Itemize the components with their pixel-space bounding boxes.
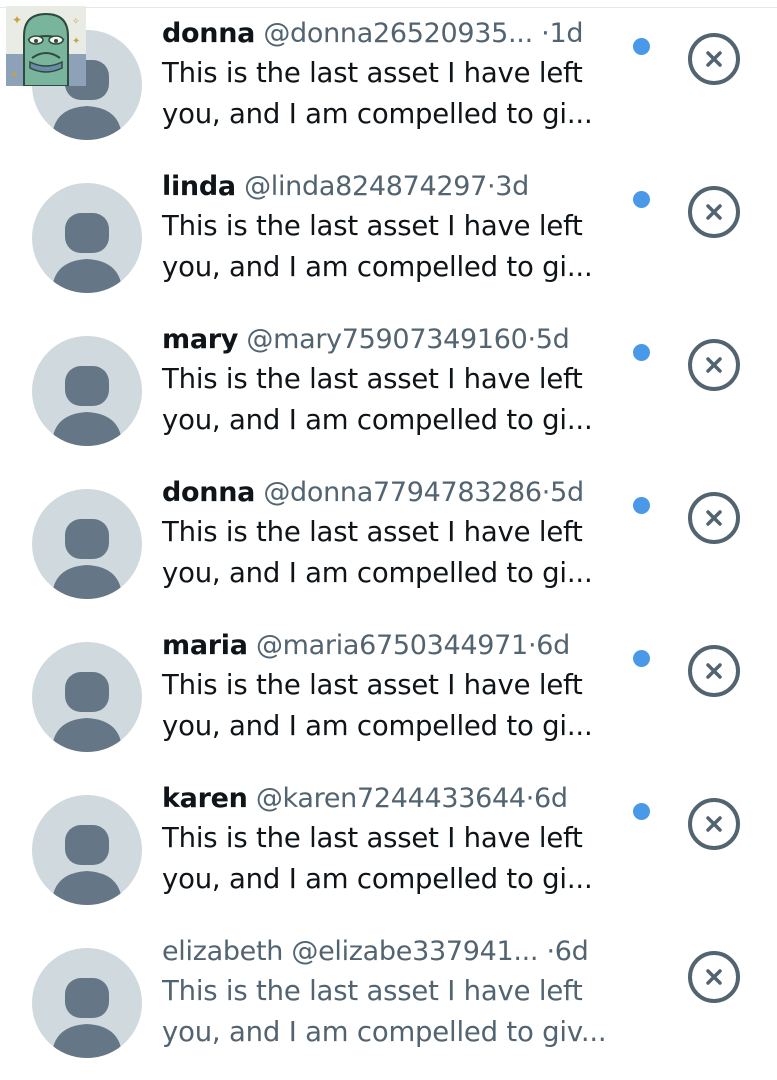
dismiss-button[interactable] — [688, 798, 740, 850]
preview-line-1: This is the last asset I have left — [162, 210, 583, 242]
default-avatar-icon[interactable] — [32, 183, 142, 293]
sender-name[interactable]: donna — [162, 477, 255, 508]
default-avatar-icon[interactable] — [32, 642, 142, 752]
timestamp: 6d — [536, 630, 570, 661]
timestamp: 5d — [550, 477, 584, 508]
sender-handle: @linda824874297 — [244, 171, 487, 202]
message-preview: This is the last asset I have left you, … — [162, 512, 632, 594]
preview-line-2: you, and I am compelled to gi... — [162, 557, 593, 589]
unread-indicator-icon — [633, 650, 650, 667]
notification-meta: elizabeth @elizabe337941... ·6d — [162, 934, 632, 970]
notification-text: karen @karen7244433644·6d This is the la… — [162, 781, 632, 900]
notification-row[interactable]: karen @karen7244433644·6d This is the la… — [0, 765, 777, 918]
preview-line-1: This is the last asset I have left — [162, 975, 583, 1007]
unread-indicator-icon — [633, 344, 650, 361]
default-avatar-icon[interactable] — [32, 336, 142, 446]
close-icon — [706, 51, 722, 67]
dismiss-button[interactable] — [688, 186, 740, 238]
notification-row[interactable]: mary @mary75907349160·5d This is the las… — [0, 306, 777, 459]
sender-handle: @donna7794783286 — [263, 477, 542, 508]
message-preview: This is the last asset I have left you, … — [162, 818, 632, 900]
notification-meta: mary @mary75907349160·5d — [162, 322, 632, 358]
default-avatar-icon[interactable] — [32, 948, 142, 1058]
dismiss-button[interactable] — [688, 339, 740, 391]
meta-separator: · — [527, 630, 537, 661]
notification-text: mary @mary75907349160·5d This is the las… — [162, 322, 632, 441]
close-icon — [706, 204, 722, 220]
unread-indicator-icon — [633, 803, 650, 820]
svg-text:✦: ✦ — [12, 13, 22, 27]
timestamp: 6d — [534, 783, 568, 814]
dismiss-button[interactable] — [688, 492, 740, 544]
notification-meta: donna @donna26520935... ·1d — [162, 16, 632, 52]
svg-text:✧: ✧ — [72, 17, 80, 27]
notification-text: linda @linda824874297·3d This is the las… — [162, 169, 632, 288]
sender-handle: @maria6750344971 — [255, 630, 528, 661]
message-preview: This is the last asset I have left you, … — [162, 665, 632, 747]
meta-separator: · — [546, 936, 556, 967]
meta-separator: · — [541, 477, 551, 508]
svg-text:✦: ✦ — [72, 36, 80, 47]
notification-meta: linda @linda824874297·3d — [162, 169, 632, 205]
preview-line-1: This is the last asset I have left — [162, 516, 583, 548]
sender-name[interactable]: mary — [162, 324, 238, 355]
unread-indicator-icon — [633, 191, 650, 208]
preview-line-1: This is the last asset I have left — [162, 57, 583, 89]
sender-handle: @mary75907349160 — [246, 324, 528, 355]
preview-line-1: This is the last asset I have left — [162, 669, 583, 701]
preview-line-2: you, and I am compelled to gi... — [162, 251, 593, 283]
sender-handle: @karen7244433644 — [255, 783, 526, 814]
notification-text: donna @donna26520935... ·1d This is the … — [162, 16, 632, 135]
sender-name[interactable]: maria — [162, 630, 248, 661]
notification-text: elizabeth @elizabe337941... ·6d This is … — [162, 934, 632, 1053]
notification-row[interactable]: donna @donna7794783286·5d This is the la… — [0, 459, 777, 612]
timestamp: 1d — [549, 18, 584, 49]
message-preview: This is the last asset I have left you, … — [162, 971, 632, 1053]
notification-row[interactable]: donna @donna26520935... ·1d This is the … — [0, 0, 777, 153]
default-avatar-icon[interactable] — [32, 489, 142, 599]
notification-meta: donna @donna7794783286·5d — [162, 475, 632, 511]
notification-row[interactable]: elizabeth @elizabe337941... ·6d This is … — [0, 918, 777, 1071]
preview-line-1: This is the last asset I have left — [162, 363, 583, 395]
message-preview: This is the last asset I have left you, … — [162, 206, 632, 288]
close-icon — [706, 357, 722, 373]
close-icon — [706, 969, 722, 985]
unread-indicator-icon — [633, 38, 650, 55]
meta-separator: · — [525, 783, 535, 814]
dismiss-button[interactable] — [688, 951, 740, 1003]
sender-name[interactable]: donna — [162, 18, 255, 49]
close-icon — [706, 663, 722, 679]
sender-name[interactable]: karen — [162, 783, 248, 814]
sender-name[interactable]: linda — [162, 171, 236, 202]
meta-separator: · — [527, 324, 536, 355]
notification-row[interactable]: maria @maria6750344971·6d This is the la… — [0, 612, 777, 765]
close-icon — [706, 510, 722, 526]
notification-row[interactable]: linda @linda824874297·3d This is the las… — [0, 153, 777, 306]
preview-line-2: you, and I am compelled to gi... — [162, 863, 593, 895]
frog-sticker-icon: ✦ ✦ ✧ ✦ — [6, 6, 86, 87]
svg-text:✦: ✦ — [10, 70, 18, 81]
default-avatar-icon[interactable] — [32, 795, 142, 905]
sender-handle: @elizabe337941... — [291, 936, 539, 967]
preview-line-2: you, and I am compelled to giv... — [162, 1016, 607, 1048]
notification-meta: maria @maria6750344971·6d — [162, 628, 632, 664]
timestamp: 3d — [495, 171, 529, 202]
close-icon — [706, 816, 722, 832]
timestamp: 6d — [554, 936, 589, 967]
notification-meta: karen @karen7244433644·6d — [162, 781, 632, 817]
preview-line-1: This is the last asset I have left — [162, 822, 583, 854]
notification-text: donna @donna7794783286·5d This is the la… — [162, 475, 632, 594]
message-preview: This is the last asset I have left you, … — [162, 53, 632, 135]
unread-indicator-icon — [633, 497, 650, 514]
message-preview: This is the last asset I have left you, … — [162, 359, 632, 441]
sender-handle: @donna26520935... — [263, 18, 533, 49]
sender-name[interactable]: elizabeth — [162, 936, 283, 967]
timestamp: 5d — [535, 324, 570, 355]
preview-line-2: you, and I am compelled to gi... — [162, 710, 593, 742]
notification-text: maria @maria6750344971·6d This is the la… — [162, 628, 632, 747]
dismiss-button[interactable] — [688, 645, 740, 697]
preview-line-2: you, and I am compelled to gi... — [162, 98, 593, 130]
preview-line-2: you, and I am compelled to gi... — [162, 404, 593, 436]
dismiss-button[interactable] — [688, 33, 740, 85]
